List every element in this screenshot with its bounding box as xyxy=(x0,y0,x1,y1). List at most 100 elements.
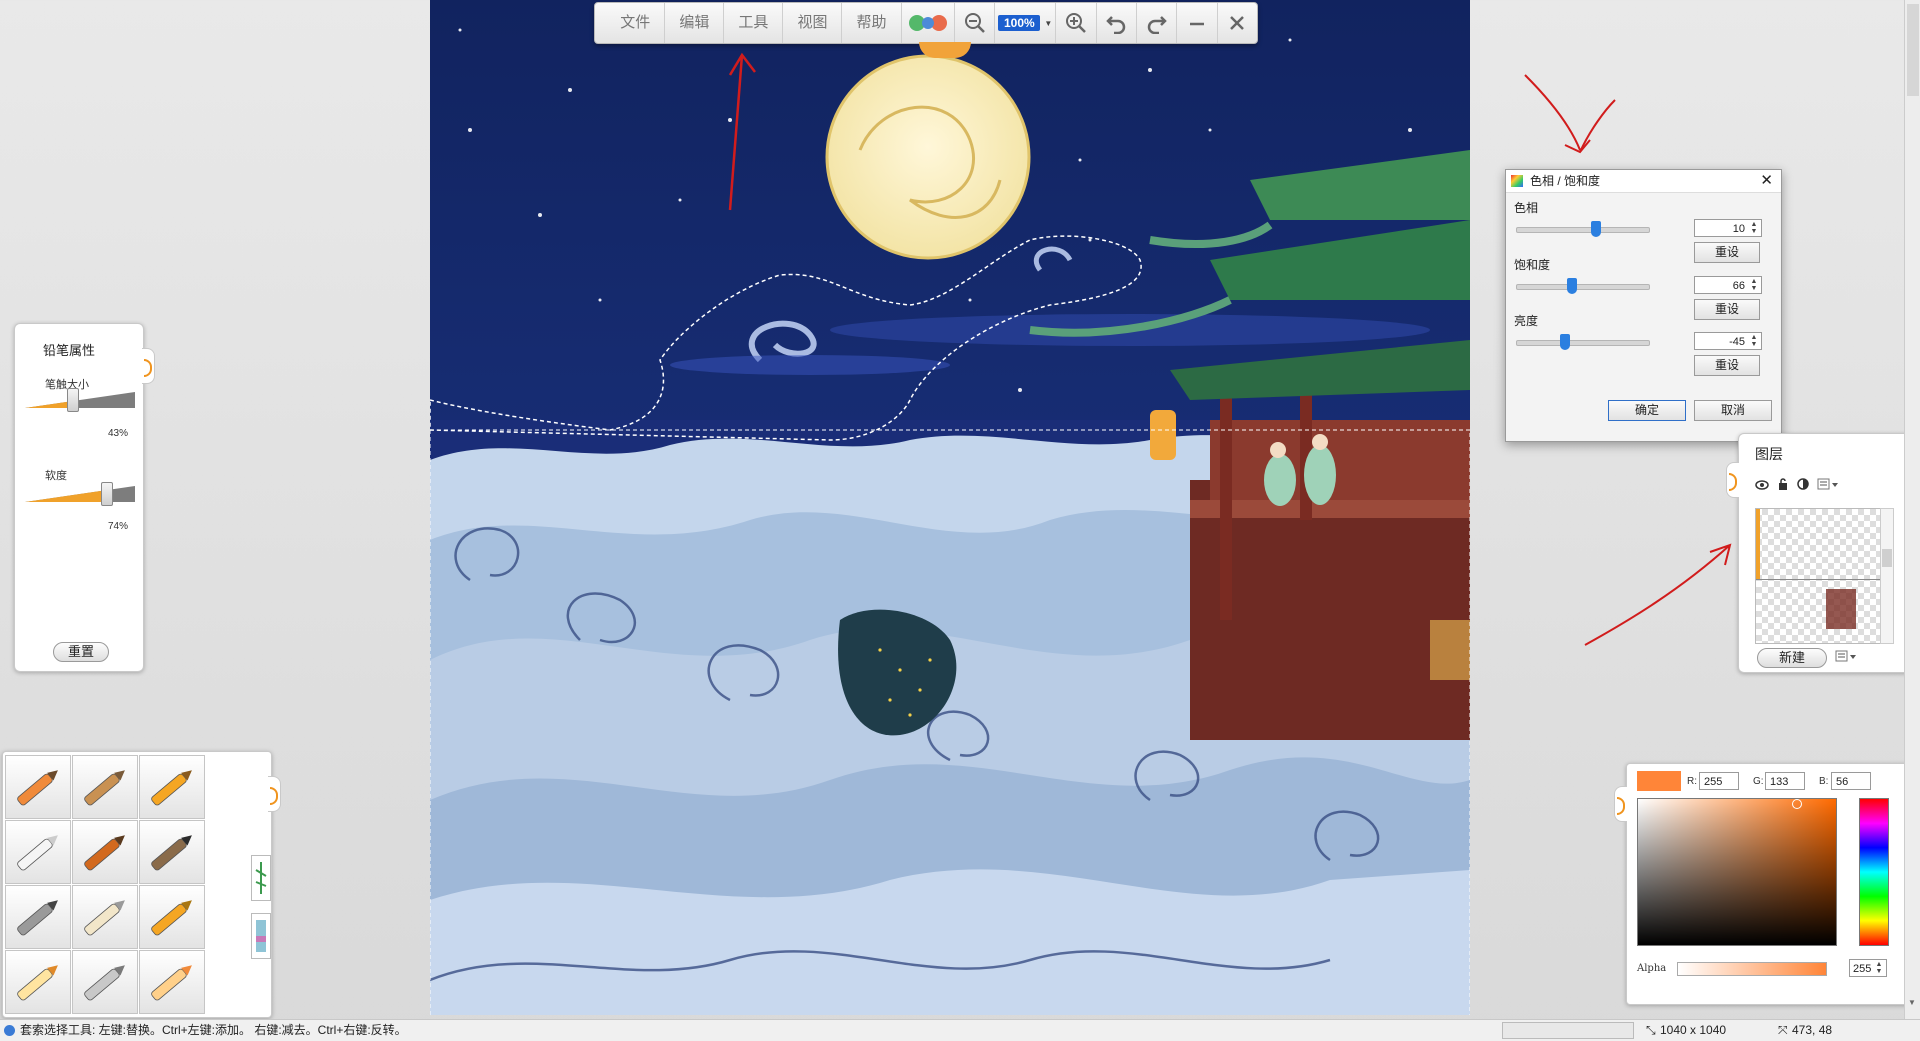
info-icon xyxy=(4,1025,15,1036)
brush-marker[interactable] xyxy=(5,950,71,1014)
menu-help[interactable]: 帮助 xyxy=(842,3,902,43)
brush-roller[interactable] xyxy=(139,885,205,949)
spinner-icon[interactable]: ▲ ▼ xyxy=(1748,278,1760,292)
close-icon[interactable]: ✕ xyxy=(1760,170,1773,192)
drawing-canvas[interactable] xyxy=(430,0,1470,1015)
menu-edit[interactable]: 编辑 xyxy=(665,3,725,43)
size-slider-thumb[interactable] xyxy=(67,388,80,412)
layers-title: 图层 xyxy=(1755,446,1783,462)
dialog-title: 色相 / 饱和度 xyxy=(1530,174,1601,188)
spinner-icon[interactable]: ▲ ▼ xyxy=(1873,961,1885,975)
hue-reset-button[interactable]: 重设 xyxy=(1694,242,1760,263)
saturation-reset-button[interactable]: 重设 xyxy=(1694,299,1760,320)
scrollbar-thumb[interactable] xyxy=(1907,4,1919,96)
softness-slider-thumb[interactable] xyxy=(101,482,114,506)
alpha-label: Alpha xyxy=(1637,963,1667,974)
hue-strip[interactable] xyxy=(1859,798,1889,946)
eye-icon[interactable] xyxy=(1755,479,1769,493)
resize-icon: ⤡ xyxy=(1646,1023,1656,1037)
layers-scrollbar[interactable] xyxy=(1880,508,1894,644)
undo-icon[interactable] xyxy=(1097,3,1137,43)
brush-panel-toggle[interactable] xyxy=(268,776,281,812)
brush-tab-2[interactable] xyxy=(251,913,271,959)
chevron-down-icon[interactable]: ▼ xyxy=(1044,19,1052,28)
app-logo-icon[interactable] xyxy=(902,3,955,43)
reset-button[interactable]: 重置 xyxy=(53,642,109,662)
brightness-reset-button[interactable]: 重设 xyxy=(1694,355,1760,376)
brush-smudge[interactable] xyxy=(72,950,138,1014)
layer-thumbnails[interactable] xyxy=(1755,508,1881,644)
cancel-button[interactable]: 取消 xyxy=(1694,400,1772,421)
spinner-icon[interactable]: ▲ ▼ xyxy=(1748,334,1760,348)
color-panel-toggle[interactable] xyxy=(1614,786,1627,822)
saturation-input[interactable]: 66 ▲ ▼ xyxy=(1694,276,1762,294)
brush-tab-1[interactable] xyxy=(251,855,271,901)
saturation-slider-thumb[interactable] xyxy=(1567,278,1577,294)
layer-options-icon[interactable] xyxy=(1835,650,1857,665)
size-slider-track[interactable] xyxy=(25,392,135,408)
spinner-icon[interactable]: ▲ ▼ xyxy=(1748,221,1760,235)
close-icon[interactable] xyxy=(1218,3,1257,43)
artwork xyxy=(430,0,1470,1015)
r-input[interactable]: 255 xyxy=(1699,772,1739,790)
progress-area xyxy=(1502,1022,1634,1039)
brush-eraser[interactable] xyxy=(5,820,71,884)
brightness-input[interactable]: -45 ▲ ▼ xyxy=(1694,332,1762,350)
moon xyxy=(825,54,1031,260)
zoom-control[interactable]: 100% ▼ xyxy=(995,3,1057,43)
ok-button[interactable]: 确定 xyxy=(1608,400,1686,421)
brush-round[interactable] xyxy=(72,820,138,884)
menu-tools[interactable]: 工具 xyxy=(724,3,784,43)
scroll-down-icon[interactable]: ▼ xyxy=(1908,998,1916,1007)
contrast-icon[interactable] xyxy=(1797,478,1809,493)
zoom-value[interactable]: 100% xyxy=(998,15,1041,31)
current-color-swatch[interactable] xyxy=(1637,771,1681,791)
new-layer-button[interactable]: 新建 xyxy=(1757,648,1827,668)
brush-icon xyxy=(151,965,192,1001)
menu-file[interactable]: 文件 xyxy=(606,3,666,43)
hue-slider[interactable] xyxy=(1516,227,1650,233)
brush-chisel[interactable] xyxy=(139,755,205,819)
hue-label: 色相 xyxy=(1514,201,1539,215)
g-input[interactable]: 133 xyxy=(1765,772,1805,790)
hue-saturation-dialog: 色相 / 饱和度 ✕ 色相 10 ▲ ▼ 重设 饱和度 66 ▲ ▼ 重设 亮度 -45… xyxy=(1505,169,1782,442)
brush-airbrush[interactable] xyxy=(5,885,71,949)
brush-crayon[interactable] xyxy=(139,950,205,1014)
brush-icon xyxy=(151,835,192,871)
pencil-panel-toggle[interactable] xyxy=(142,348,155,384)
alpha-slider[interactable] xyxy=(1677,962,1827,976)
cursor-icon: ⤧ xyxy=(1778,1023,1788,1037)
lock-icon[interactable] xyxy=(1777,478,1789,493)
b-input[interactable]: 56 xyxy=(1831,772,1871,790)
saturation-slider[interactable] xyxy=(1516,284,1650,290)
brush-blender[interactable] xyxy=(72,885,138,949)
status-bar: 套索选择工具: 左键:替换。Ctrl+左键:添加。 右键:减去。Ctrl+右键:… xyxy=(0,1019,1920,1041)
brightness-slider[interactable] xyxy=(1516,340,1650,346)
vertical-scrollbar[interactable]: ▼ xyxy=(1904,0,1920,1019)
layer-menu-icon[interactable] xyxy=(1817,478,1839,493)
color-panel: R: 255 G: 133 B: 56 Alpha 255 ▲ ▼ xyxy=(1626,763,1918,1005)
toolbar-handle[interactable] xyxy=(919,42,971,58)
status-hint: 套索选择工具: 左键:替换。Ctrl+左键:添加。 右键:减去。Ctrl+右键:… xyxy=(20,1023,407,1037)
brush-ink[interactable] xyxy=(139,820,205,884)
brush-icon xyxy=(151,770,192,806)
brightness-label: 亮度 xyxy=(1514,314,1539,328)
image-size: 1040 x 1040 xyxy=(1660,1023,1727,1037)
brightness-slider-thumb[interactable] xyxy=(1560,334,1570,350)
brush-pencil[interactable] xyxy=(5,755,71,819)
layers-panel-toggle[interactable] xyxy=(1726,462,1739,498)
menu-view[interactable]: 视图 xyxy=(783,3,843,43)
alpha-input[interactable]: 255 ▲ ▼ xyxy=(1849,959,1887,977)
panel-title: 铅笔属性 xyxy=(43,343,96,358)
zoom-out-icon[interactable] xyxy=(955,3,996,43)
softness-slider-track[interactable] xyxy=(25,486,135,502)
zoom-in-icon[interactable] xyxy=(1056,3,1097,43)
hue-slider-thumb[interactable] xyxy=(1591,221,1601,237)
layers-toolbar xyxy=(1755,478,1839,493)
cursor-coords: 473, 48 xyxy=(1792,1023,1833,1037)
brush-flat[interactable] xyxy=(72,755,138,819)
redo-icon[interactable] xyxy=(1137,3,1178,43)
minimize-icon[interactable] xyxy=(1177,3,1218,43)
hue-input[interactable]: 10 ▲ ▼ xyxy=(1694,219,1762,237)
saturation-value-picker[interactable] xyxy=(1637,798,1837,946)
